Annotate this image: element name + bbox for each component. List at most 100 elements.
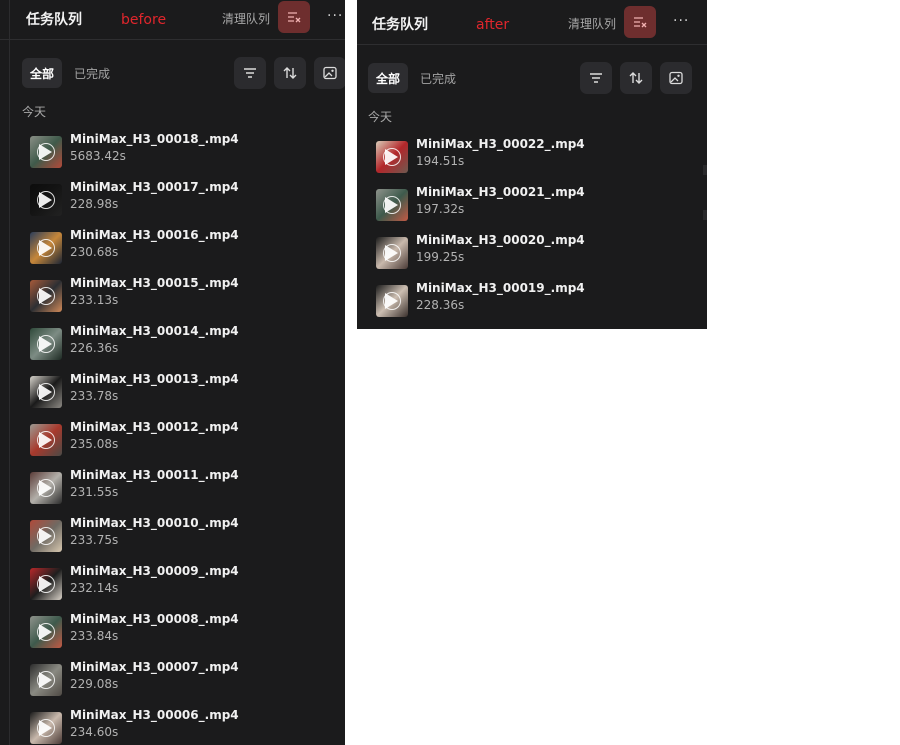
video-thumbnail[interactable] xyxy=(30,424,62,456)
video-thumbnail[interactable] xyxy=(30,568,62,600)
filter-button[interactable] xyxy=(234,57,266,89)
sort-icon xyxy=(629,72,643,84)
task-list-item[interactable]: MiniMax_H3_00008_.mp4 233.84s xyxy=(30,612,330,654)
queue-panel-after: 任务队列 after 清理队列 ··· 全部 已完成 今天 MiniMax_H3… xyxy=(357,0,707,329)
image-icon xyxy=(323,66,337,80)
task-list-item[interactable]: MiniMax_H3_00020_.mp4 199.25s xyxy=(376,233,676,275)
task-list-item[interactable]: MiniMax_H3_00011_.mp4 231.55s xyxy=(30,468,330,510)
duration: 231.55s xyxy=(70,485,119,499)
task-list-item[interactable]: MiniMax_H3_00014_.mp4 226.36s xyxy=(30,324,330,366)
more-options-button[interactable]: ··· xyxy=(673,13,689,29)
panel-title: 任务队列 xyxy=(372,17,428,33)
play-icon xyxy=(39,192,52,208)
file-name: MiniMax_H3_00020_.mp4 xyxy=(416,233,585,247)
filter-button[interactable] xyxy=(580,62,612,94)
more-options-button[interactable]: ··· xyxy=(327,8,343,24)
file-name: MiniMax_H3_00018_.mp4 xyxy=(70,132,239,146)
video-thumbnail[interactable] xyxy=(30,472,62,504)
file-name: MiniMax_H3_00011_.mp4 xyxy=(70,468,239,482)
play-icon xyxy=(39,624,52,640)
scroll-edge xyxy=(703,210,707,220)
clear-queue-label[interactable]: 清理队列 xyxy=(568,15,616,32)
task-list-item[interactable]: MiniMax_H3_00013_.mp4 233.78s xyxy=(30,372,330,414)
video-thumbnail[interactable] xyxy=(30,184,62,216)
task-list-item[interactable]: MiniMax_H3_00016_.mp4 230.68s xyxy=(30,228,330,270)
play-icon xyxy=(39,672,52,688)
video-thumbnail[interactable] xyxy=(30,616,62,648)
clear-queue-button[interactable] xyxy=(624,6,656,38)
clear-queue-label[interactable]: 清理队列 xyxy=(222,10,270,27)
tab-completed[interactable]: 已完成 xyxy=(74,58,110,88)
file-name: MiniMax_H3_00016_.mp4 xyxy=(70,228,239,242)
image-icon xyxy=(669,71,683,85)
play-icon xyxy=(385,149,398,165)
task-list-item[interactable]: MiniMax_H3_00007_.mp4 229.08s xyxy=(30,660,330,702)
duration: 233.78s xyxy=(70,389,119,403)
panel-header: 任务队列 after 清理队列 ··· xyxy=(357,0,707,45)
video-thumbnail[interactable] xyxy=(376,237,408,269)
duration: 228.98s xyxy=(70,197,119,211)
video-thumbnail[interactable] xyxy=(30,664,62,696)
play-icon xyxy=(39,144,52,160)
task-list-item[interactable]: MiniMax_H3_00017_.mp4 228.98s xyxy=(30,180,330,222)
clear-list-icon xyxy=(288,12,301,23)
queue-panel-before: 任务队列 before 清理队列 ··· 全部 已完成 今天 MiniMax_H… xyxy=(0,0,345,745)
file-name: MiniMax_H3_00010_.mp4 xyxy=(70,516,239,530)
task-list-item[interactable]: MiniMax_H3_00021_.mp4 197.32s xyxy=(376,185,676,227)
play-icon xyxy=(385,293,398,309)
sort-button[interactable] xyxy=(274,57,306,89)
video-thumbnail[interactable] xyxy=(30,712,62,744)
play-icon xyxy=(39,288,52,304)
video-thumbnail[interactable] xyxy=(30,136,62,168)
task-list-item[interactable]: MiniMax_H3_00006_.mp4 234.60s xyxy=(30,708,330,745)
video-thumbnail[interactable] xyxy=(30,520,62,552)
video-thumbnail[interactable] xyxy=(30,376,62,408)
filter-bar: 全部 已完成 xyxy=(0,56,345,90)
image-filter-button[interactable] xyxy=(660,62,692,94)
header-divider xyxy=(357,44,707,45)
video-thumbnail[interactable] xyxy=(376,189,408,221)
video-thumbnail[interactable] xyxy=(30,232,62,264)
video-thumbnail[interactable] xyxy=(30,328,62,360)
filter-bar: 全部 已完成 xyxy=(357,61,707,95)
file-name: MiniMax_H3_00015_.mp4 xyxy=(70,276,239,290)
task-list-item[interactable]: MiniMax_H3_00019_.mp4 228.36s xyxy=(376,281,676,323)
duration: 229.08s xyxy=(70,677,119,691)
duration: 235.08s xyxy=(70,437,119,451)
task-list-item[interactable]: MiniMax_H3_00010_.mp4 233.75s xyxy=(30,516,330,558)
image-filter-button[interactable] xyxy=(314,57,345,89)
play-icon xyxy=(39,720,52,736)
duration: 233.84s xyxy=(70,629,119,643)
video-thumbnail[interactable] xyxy=(30,280,62,312)
play-icon xyxy=(39,576,52,592)
play-icon xyxy=(39,528,52,544)
tab-all[interactable]: 全部 xyxy=(22,58,62,88)
duration: 194.51s xyxy=(416,154,465,168)
file-name: MiniMax_H3_00012_.mp4 xyxy=(70,420,239,434)
clear-queue-button[interactable] xyxy=(278,1,310,33)
play-icon xyxy=(39,336,52,352)
video-thumbnail[interactable] xyxy=(376,285,408,317)
duration: 228.36s xyxy=(416,298,465,312)
play-icon xyxy=(39,480,52,496)
duration: 5683.42s xyxy=(70,149,126,163)
sort-button[interactable] xyxy=(620,62,652,94)
sort-icon xyxy=(283,67,297,79)
task-list-item[interactable]: MiniMax_H3_00022_.mp4 194.51s xyxy=(376,137,676,179)
task-list-item[interactable]: MiniMax_H3_00015_.mp4 233.13s xyxy=(30,276,330,318)
task-list-item[interactable]: MiniMax_H3_00009_.mp4 232.14s xyxy=(30,564,330,606)
file-name: MiniMax_H3_00019_.mp4 xyxy=(416,281,585,295)
file-name: MiniMax_H3_00017_.mp4 xyxy=(70,180,239,194)
section-today: 今天 xyxy=(368,110,393,124)
scroll-edge xyxy=(703,165,707,175)
play-icon xyxy=(385,245,398,261)
task-list-item[interactable]: MiniMax_H3_00012_.mp4 235.08s xyxy=(30,420,330,462)
tab-completed[interactable]: 已完成 xyxy=(420,63,456,93)
play-icon xyxy=(39,432,52,448)
video-thumbnail[interactable] xyxy=(376,141,408,173)
panel-header: 任务队列 before 清理队列 ··· xyxy=(0,0,345,40)
task-list-item[interactable]: MiniMax_H3_00018_.mp4 5683.42s xyxy=(30,132,330,174)
file-name: MiniMax_H3_00021_.mp4 xyxy=(416,185,585,199)
header-divider xyxy=(0,39,345,40)
tab-all[interactable]: 全部 xyxy=(368,63,408,93)
